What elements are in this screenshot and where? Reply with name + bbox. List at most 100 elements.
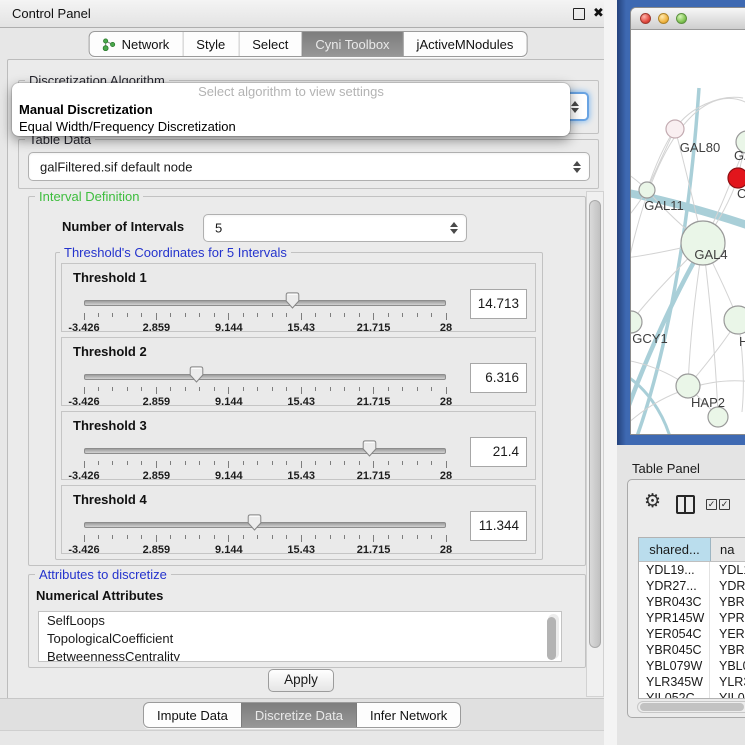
pink-node[interactable]: [666, 120, 684, 138]
table-row[interactable]: YDL19...YDL1: [639, 562, 745, 578]
column-view-icon[interactable]: [676, 495, 695, 514]
tab-jactivemnodules[interactable]: jActiveMNodules: [403, 32, 527, 56]
tick-mark: [185, 387, 186, 391]
tick-mark: [127, 535, 128, 539]
tick-mark: [141, 387, 142, 391]
threshold-value-input[interactable]: 11.344: [470, 511, 527, 541]
zoom-light-icon[interactable]: [676, 13, 687, 24]
tick-mark: [98, 387, 99, 391]
tick-mark: [84, 313, 85, 320]
column-header-shared-[interactable]: shared...: [639, 538, 711, 561]
threshold-slider[interactable]: -3.4262.8599.14415.4321.71528: [84, 290, 446, 328]
tick-mark: [344, 461, 345, 465]
tick-mark: [84, 461, 85, 468]
tab-select[interactable]: Select: [238, 32, 301, 56]
green-node[interactable]: [631, 311, 642, 333]
algorithm-option-manual-discretization[interactable]: Manual Discretization: [12, 101, 570, 118]
threshold-value-input[interactable]: 14.713: [470, 289, 527, 319]
tick-mark: [214, 313, 215, 317]
table-row[interactable]: YBR043CYBR0: [639, 594, 745, 610]
tick-mark: [388, 535, 389, 539]
tab-infer-network[interactable]: Infer Network: [356, 703, 460, 727]
threshold-panel: Threshold 1-3.4262.8599.14415.4321.71528…: [61, 263, 536, 332]
tick-mark: [141, 535, 142, 539]
tab-cyni-toolbox[interactable]: Cyni Toolbox: [301, 32, 402, 56]
table-cell: YBR043C: [639, 594, 710, 610]
red-node[interactable]: [728, 168, 745, 188]
close-light-icon[interactable]: [640, 13, 651, 24]
attribute-item[interactable]: SelfLoops: [39, 612, 561, 630]
column-view-divider: [684, 497, 686, 512]
tick-mark: [228, 387, 229, 394]
slider-thumb[interactable]: [285, 292, 300, 309]
green-node[interactable]: [639, 182, 655, 198]
node-attribute-table[interactable]: shared...na YDL19...YDL1YDR27...YDR2YBR0…: [638, 537, 745, 699]
table-row[interactable]: YBL079WYBL0: [639, 658, 745, 674]
tick-mark: [359, 313, 360, 317]
tab-style[interactable]: Style: [182, 32, 238, 56]
tick-label: -3.426: [68, 470, 99, 482]
slider-thumb[interactable]: [189, 366, 204, 383]
gray-edge[interactable]: [675, 97, 743, 129]
float-window-icon[interactable]: [573, 8, 585, 20]
threshold-value-input[interactable]: 6.316: [470, 363, 527, 393]
tick-mark: [373, 313, 374, 320]
list-scrollbar[interactable]: [548, 614, 559, 659]
tick-mark: [301, 461, 302, 468]
threshold-slider[interactable]: -3.4262.8599.14415.4321.71528: [84, 512, 446, 550]
table-row[interactable]: YPR145WYPR1: [639, 610, 745, 626]
table-row[interactable]: YLR345WYLR3: [639, 674, 745, 690]
threshold-value-input[interactable]: 21.4: [470, 437, 527, 467]
attribute-item[interactable]: TopologicalCoefficient: [39, 630, 561, 648]
tick-mark: [243, 461, 244, 465]
gear-icon[interactable]: ⚙: [644, 492, 661, 511]
panel-divider[interactable]: [604, 0, 617, 745]
attribute-item[interactable]: BetweennessCentrality: [39, 648, 561, 662]
table-row[interactable]: YBR045CYBR0: [639, 642, 745, 658]
table-cell: YIL052C: [639, 690, 710, 699]
apply-button[interactable]: Apply: [268, 669, 334, 692]
green-node[interactable]: [708, 407, 728, 427]
threshold-slider[interactable]: -3.4262.8599.14415.4321.71528: [84, 438, 446, 476]
checkbox-checked-icon[interactable]: ✓: [719, 499, 730, 510]
table-row[interactable]: YIL052CYIL0: [639, 690, 745, 699]
minimize-light-icon[interactable]: [658, 13, 669, 24]
tick-mark: [199, 313, 200, 317]
panel-title: Control Panel: [12, 6, 91, 21]
teal-edge[interactable]: [631, 374, 671, 434]
scrollbar-thumb[interactable]: [589, 200, 601, 648]
tab-discretize-data[interactable]: Discretize Data: [241, 703, 356, 727]
algorithm-option-equal-width-frequency-discretization[interactable]: Equal Width/Frequency Discretization: [12, 118, 570, 135]
tab-impute-data[interactable]: Impute Data: [144, 703, 241, 727]
table-h-scrollbar[interactable]: [637, 701, 745, 713]
tick-mark: [373, 387, 374, 394]
slider-thumb[interactable]: [362, 440, 377, 457]
table-row[interactable]: YER054CYER0: [639, 626, 745, 642]
attributes-listbox[interactable]: SelfLoopsTopologicalCoefficientBetweenne…: [38, 611, 562, 662]
column-header-na[interactable]: na: [711, 538, 745, 561]
tick-mark: [98, 313, 99, 317]
slider-thumb[interactable]: [247, 514, 262, 531]
tick-mark: [156, 535, 157, 542]
threshold-slider[interactable]: -3.4262.8599.14415.4321.71528: [84, 364, 446, 402]
tick-mark: [417, 461, 418, 465]
list-scrollbar-thumb[interactable]: [547, 617, 556, 660]
table-cell: YDL1: [710, 562, 745, 578]
tick-label: 21.715: [357, 396, 391, 408]
dropdown-hint: Select algorithm to view settings: [12, 83, 570, 101]
tab-network[interactable]: Network: [90, 32, 183, 56]
network-canvas[interactable]: GAL80GACGAL11GAL4GCY1HHAP2: [631, 30, 745, 434]
green-node[interactable]: [724, 306, 745, 334]
num-intervals-combobox[interactable]: 5: [203, 214, 467, 242]
settings-scrollbar[interactable]: [586, 191, 604, 697]
table-cell: YBR045C: [639, 642, 710, 658]
stepper-icon: [450, 222, 458, 234]
gray-edge[interactable]: [647, 129, 675, 190]
table-cell: YER054C: [639, 626, 710, 642]
close-icon[interactable]: ✖: [593, 5, 604, 21]
table-row[interactable]: YDR27...YDR2: [639, 578, 745, 594]
checkbox-checked-icon[interactable]: ✓: [706, 499, 717, 510]
tick-label: 2.859: [143, 322, 171, 334]
table-data-combobox[interactable]: galFiltered.sif default node: [28, 152, 590, 181]
table-h-scrollbar-thumb[interactable]: [640, 703, 744, 711]
